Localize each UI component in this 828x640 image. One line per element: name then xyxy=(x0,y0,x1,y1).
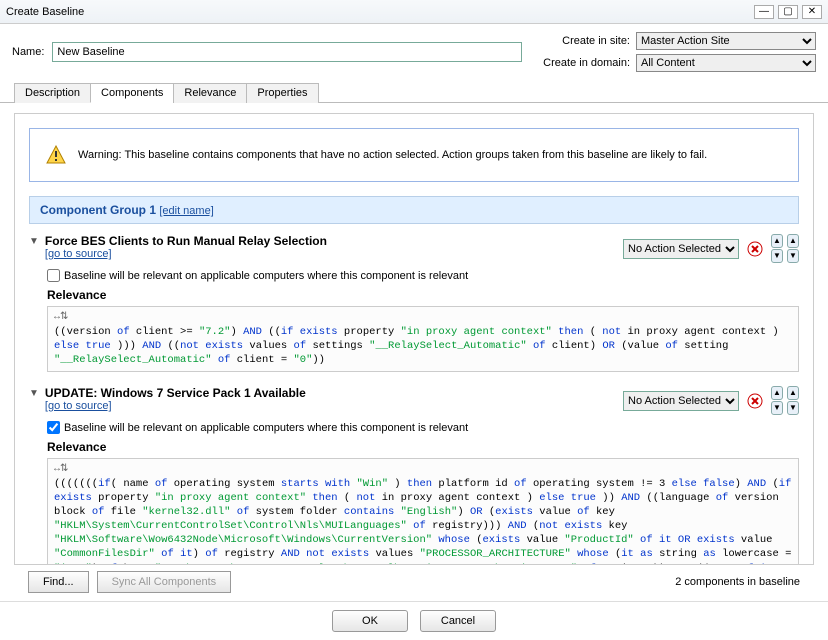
cancel-button[interactable]: Cancel xyxy=(420,610,496,632)
move-up-icon[interactable]: ▲ xyxy=(771,234,783,248)
relevance-label: Relevance xyxy=(47,288,799,302)
relevance-checkbox[interactable] xyxy=(47,269,60,282)
component-2: ▼ UPDATE: Windows 7 Service Pack 1 Avail… xyxy=(29,386,799,565)
group-header: Component Group 1 [edit name] xyxy=(29,196,799,224)
component-count: 2 components in baseline xyxy=(675,576,800,588)
warning-text: Warning: This baseline contains componen… xyxy=(78,149,707,161)
close-button[interactable]: ✕ xyxy=(802,5,822,19)
action-select[interactable]: No Action Selected xyxy=(623,239,739,259)
relevance-code: ↔⇅((version of client >= "7.2") AND ((if… xyxy=(47,306,799,372)
site-label: Create in site: xyxy=(543,35,630,47)
collapse-icon[interactable]: ▼ xyxy=(29,388,39,399)
domain-select[interactable]: All Content xyxy=(636,54,816,72)
relevance-checkbox[interactable] xyxy=(47,421,60,434)
remove-icon[interactable] xyxy=(747,241,763,257)
tab-relevance[interactable]: Relevance xyxy=(173,83,247,103)
tab-components[interactable]: Components xyxy=(90,83,174,103)
maximize-button[interactable]: ▢ xyxy=(778,5,798,19)
go-to-source-link[interactable]: [go to source] xyxy=(45,400,112,412)
window-title: Create Baseline xyxy=(6,6,84,18)
component-title: UPDATE: Windows 7 Service Pack 1 Availab… xyxy=(45,386,306,400)
group-title: Component Group 1 xyxy=(40,203,159,217)
collapse-icon[interactable]: ▼ xyxy=(29,236,39,247)
drag-handle-icon: ↔⇅ xyxy=(54,463,792,477)
relevance-check-label: Baseline will be relevant on applicable … xyxy=(64,270,468,282)
action-select[interactable]: No Action Selected xyxy=(623,391,739,411)
site-select[interactable]: Master Action Site xyxy=(636,32,816,50)
minimize-button[interactable]: — xyxy=(754,5,774,19)
drag-handle-icon: ↔⇅ xyxy=(54,311,792,325)
move-top-icon[interactable]: ▲ xyxy=(787,234,799,248)
ok-button[interactable]: OK xyxy=(332,610,408,632)
go-to-source-link[interactable]: [go to source] xyxy=(45,248,112,260)
move-bottom-icon[interactable]: ▼ xyxy=(787,401,799,415)
tab-properties[interactable]: Properties xyxy=(246,83,318,103)
relevance-code: ↔⇅(((((((if( name of operating system st… xyxy=(47,458,799,565)
relevance-check-label: Baseline will be relevant on applicable … xyxy=(64,422,468,434)
move-down-icon[interactable]: ▼ xyxy=(771,249,783,263)
name-input[interactable] xyxy=(52,42,522,62)
relevance-label: Relevance xyxy=(47,440,799,454)
edit-group-name-link[interactable]: [edit name] xyxy=(159,205,213,217)
move-up-icon[interactable]: ▲ xyxy=(771,386,783,400)
titlebar: Create Baseline — ▢ ✕ xyxy=(0,0,828,24)
component-1: ▼ Force BES Clients to Run Manual Relay … xyxy=(29,234,799,372)
remove-icon[interactable] xyxy=(747,393,763,409)
move-down-icon[interactable]: ▼ xyxy=(771,401,783,415)
warning-icon xyxy=(46,145,66,165)
tab-bar: Description Components Relevance Propert… xyxy=(0,82,828,103)
domain-label: Create in domain: xyxy=(543,57,630,69)
component-title: Force BES Clients to Run Manual Relay Se… xyxy=(45,234,327,248)
find-button[interactable]: Find... xyxy=(28,571,89,593)
sync-button[interactable]: Sync All Components xyxy=(97,571,232,593)
tab-description[interactable]: Description xyxy=(14,83,91,103)
warning-box: Warning: This baseline contains componen… xyxy=(29,128,799,182)
components-scroll[interactable]: Warning: This baseline contains componen… xyxy=(14,113,814,565)
name-label: Name: xyxy=(12,46,44,58)
move-top-icon[interactable]: ▲ xyxy=(787,386,799,400)
move-bottom-icon[interactable]: ▼ xyxy=(787,249,799,263)
